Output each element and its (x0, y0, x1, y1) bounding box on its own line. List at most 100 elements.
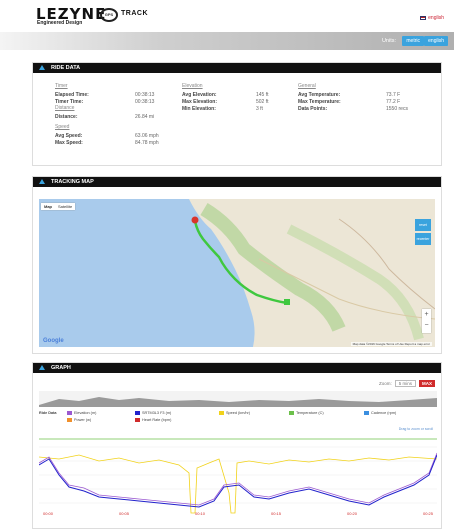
speed-heading: Speed (55, 124, 70, 130)
distance-heading: Distance (55, 105, 75, 111)
legend-item-temperature[interactable]: Temperature (C) (289, 411, 324, 415)
map-type-control: Map Satellite (41, 203, 76, 210)
units-bar: Units: metric english (0, 32, 454, 50)
stat-label: Avg Temperature: (298, 91, 341, 98)
legend-swatch (135, 418, 140, 422)
legend-label: Elevation (m) (74, 411, 97, 415)
language-selector[interactable]: english (420, 15, 444, 21)
graph-panel: GRAPH Zoom: 5 mins MAX Ride Data Elevati… (32, 362, 442, 529)
stat-row: Min Elevation: 3 ft (182, 105, 269, 112)
stat-label: Max Speed: (55, 139, 83, 146)
legend-swatch (135, 411, 140, 415)
triangle-icon (39, 179, 45, 184)
product-name: TRACK (121, 10, 148, 17)
start-pin-icon[interactable] (191, 216, 199, 224)
zoom-out-button[interactable]: − (422, 320, 431, 331)
zoom-in-button[interactable]: + (422, 309, 431, 320)
english-button[interactable]: english (424, 36, 448, 46)
legend-item-elevation[interactable]: Elevation (m) (67, 411, 96, 415)
stat-value: 145 ft (256, 91, 269, 98)
stat-row: Timer Time: 00:38:13 (55, 98, 159, 105)
graph-hint: Drag to zoom or scroll (398, 427, 433, 431)
elevation-heading: Elevation (182, 83, 203, 89)
units-label: Units: (381, 38, 396, 44)
map-terrain (39, 199, 435, 347)
site-header: LEZYNE Engineered Design GPS TRACK engli… (0, 0, 454, 32)
map-attribution[interactable]: Map data ©2016 Google Terms of Use Repor… (350, 342, 432, 346)
overview-navigator[interactable] (39, 391, 437, 407)
reset-button[interactable]: reset (415, 219, 431, 231)
map-canvas[interactable]: Map Satellite reset recenter + − Google … (39, 199, 435, 347)
stat-value: 73.7 F (386, 91, 401, 98)
end-pin-icon[interactable] (284, 299, 290, 305)
graph-plot[interactable]: 00:00 00:05 00:10 00:15 00:20 00:25 (39, 433, 437, 517)
language-label: english (428, 15, 444, 21)
x-tick-label: 00:20 (347, 511, 358, 516)
legend-item-speed[interactable]: Speed (km/hr) (219, 411, 250, 415)
legend-item-srtm[interactable]: SRTM3L3 F3 (m) (135, 411, 171, 415)
zoom-control: + − (422, 309, 431, 333)
legend-label: Speed (km/hr) (226, 411, 251, 415)
stat-value: 502 ft (256, 98, 269, 105)
legend-item-heart-rate[interactable]: Heart Rate (bpm) (135, 418, 171, 422)
legend-label: Heart Rate (bpm) (142, 418, 172, 422)
x-tick-label: 00:10 (195, 511, 206, 516)
legend-item-power[interactable]: Power (w) (67, 418, 91, 422)
stat-label: Avg Speed: (55, 132, 83, 139)
legend-label: Power (w) (74, 418, 92, 422)
triangle-icon (39, 65, 45, 70)
graph-title: GRAPH (51, 365, 71, 371)
general-heading: General (298, 83, 316, 89)
tracking-map-panel: TRACKING MAP Map Satellite reset recente… (32, 176, 442, 354)
legend-swatch (289, 411, 294, 415)
ride-data-title: RIDE DATA (51, 65, 81, 71)
stat-row: Elapsed Time: 00:38:13 (55, 91, 159, 98)
timer-heading: Timer (55, 83, 68, 89)
tracking-map-title: TRACKING MAP (51, 179, 94, 185)
graph-zoom-row: Zoom: 5 mins MAX (379, 380, 435, 387)
stat-value: 00:38:13 (135, 98, 155, 105)
timer-column: Timer Elapsed Time: 00:38:13 Timer Time: 0… (55, 83, 159, 146)
max-button[interactable]: MAX (419, 380, 435, 387)
stat-label: Max Temperature: (298, 98, 341, 105)
map-type-map[interactable]: Map (41, 203, 55, 210)
ride-data-header: RIDE DATA (33, 63, 441, 73)
gps-badge-icon: GPS (100, 8, 118, 22)
brand-tagline: Engineered Design (37, 20, 83, 26)
us-flag-icon (420, 16, 427, 20)
stat-value: 84.78 mph (135, 139, 159, 146)
stat-row: Max Elevation: 502 ft (182, 98, 269, 105)
zoom-select[interactable]: 5 mins (394, 380, 416, 387)
stat-value: 77.2 F (386, 98, 401, 105)
map-type-satellite[interactable]: Satellite (55, 203, 75, 210)
legend-swatch (67, 418, 72, 422)
x-tick-label: 00:15 (271, 511, 282, 516)
stat-value: 00:38:13 (135, 91, 155, 98)
stat-row: Avg Elevation: 145 ft (182, 91, 269, 98)
legend-swatch (67, 411, 72, 415)
stat-label: Distance: (55, 113, 78, 120)
legend-label: Temperature (C) (296, 411, 324, 415)
google-logo: Google (43, 338, 64, 344)
x-tick-label: 00:05 (119, 511, 130, 516)
stat-value: 1550 recs (386, 105, 408, 112)
stat-label: Min Elevation: (182, 105, 216, 112)
x-tick-label: 00:00 (43, 511, 54, 516)
ride-data-body: Timer Elapsed Time: 00:38:13 Timer Time: 0… (33, 73, 441, 166)
stat-row: Max Temperature: 77.2 F (298, 98, 408, 105)
legend-label: SRTM3L3 F3 (m) (142, 411, 172, 415)
stat-row: Data Points: 1550 recs (298, 105, 408, 112)
metric-button[interactable]: metric (402, 36, 424, 46)
stat-label: Elapsed Time: (55, 91, 89, 98)
tracking-map-header: TRACKING MAP (33, 177, 441, 187)
stat-row: Distance: 26.84 mi (55, 113, 159, 120)
stat-label: Max Elevation: (182, 98, 218, 105)
zoom-label: Zoom: (378, 381, 392, 386)
legend-item-cadence[interactable]: Cadence (rpm) (364, 411, 396, 415)
recenter-button[interactable]: recenter (415, 233, 431, 245)
stat-row: Avg Temperature: 73.7 F (298, 91, 408, 98)
legend-label: Cadence (rpm) (371, 411, 397, 415)
stat-row: Avg Speed: 63.06 mph (55, 132, 159, 139)
stat-value: 3 ft (256, 105, 263, 112)
stat-label: Timer Time: (55, 98, 84, 105)
